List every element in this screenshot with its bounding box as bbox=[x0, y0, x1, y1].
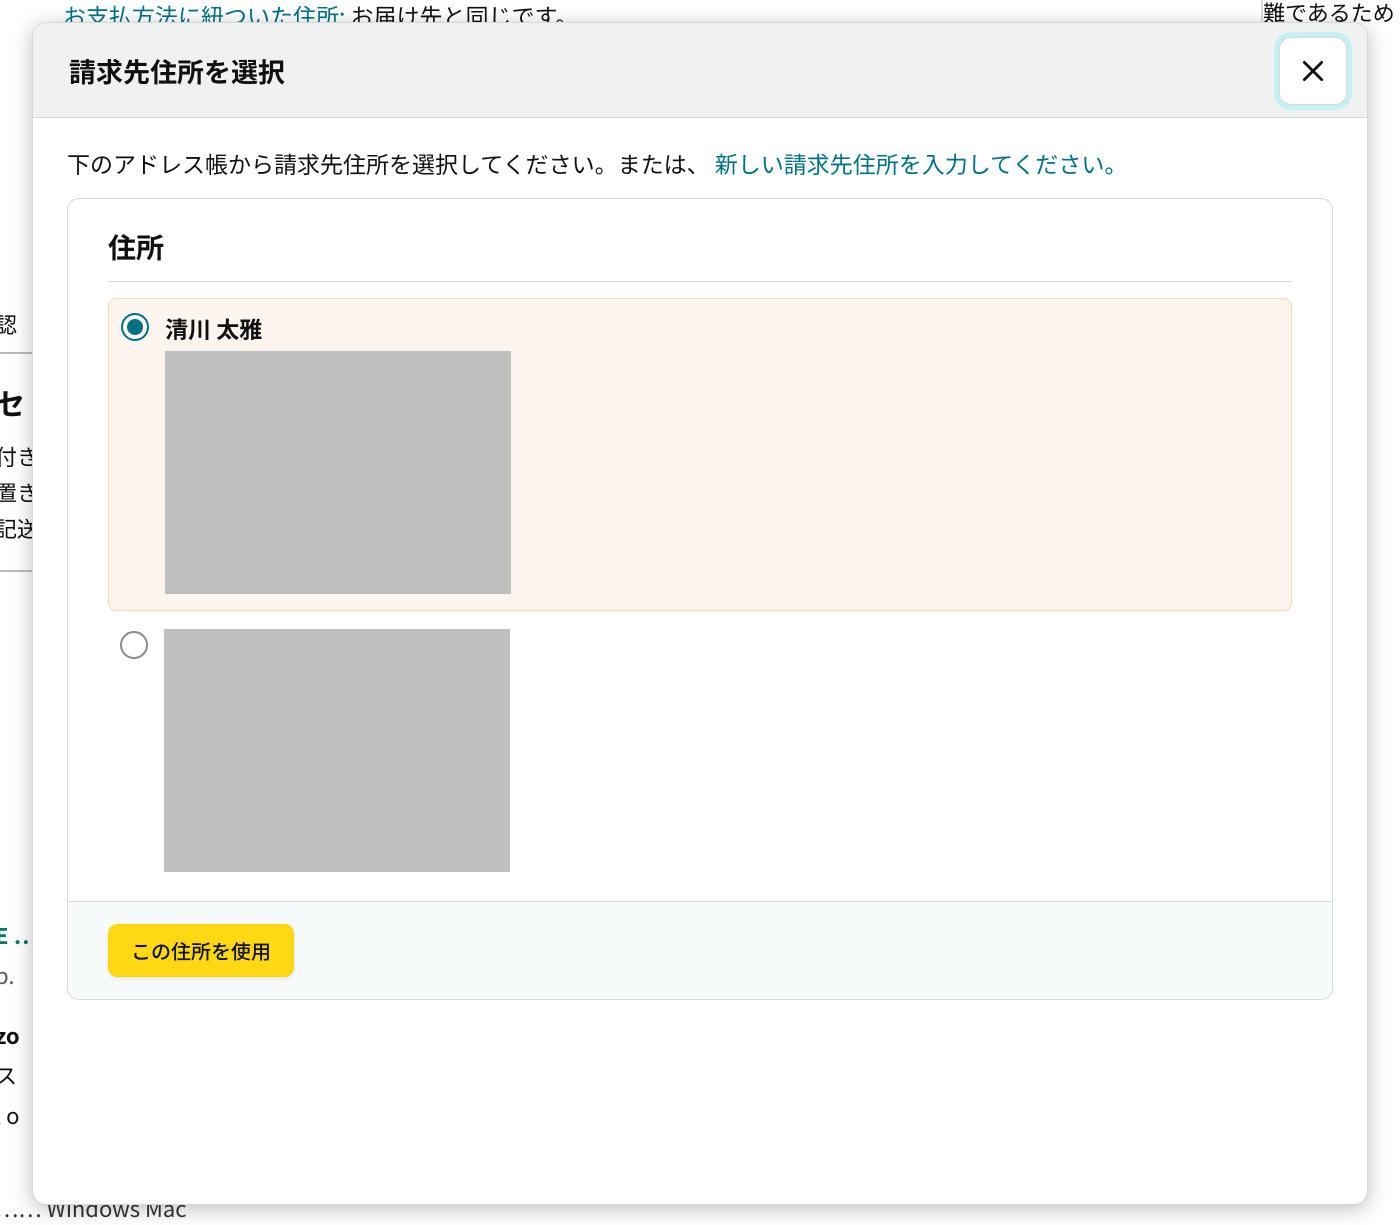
address-redacted bbox=[165, 351, 511, 594]
modal-body: 下のアドレス帳から請求先住所を選択してください。または、 新しい請求先住所を入力… bbox=[33, 118, 1367, 1204]
address-radio[interactable] bbox=[121, 313, 149, 341]
address-option[interactable]: 清川 太雅 bbox=[108, 298, 1292, 611]
panel-footer: この住所を使用 bbox=[68, 901, 1332, 999]
address-radio[interactable] bbox=[120, 631, 148, 659]
modal-header: 請求先住所を選択 bbox=[33, 23, 1367, 118]
modal-title: 請求先住所を選択 bbox=[69, 51, 285, 90]
address-option[interactable] bbox=[108, 617, 1292, 888]
modal-intro-text: 下のアドレス帳から請求先住所を選択してください。または、 bbox=[67, 146, 715, 180]
address-text: 清川 太雅 bbox=[165, 311, 511, 594]
use-this-address-button[interactable]: この住所を使用 bbox=[108, 924, 294, 977]
address-panel: 住所 清川 太雅 新しい住所を追加 この住所を使用 bbox=[67, 198, 1333, 1000]
close-icon bbox=[1300, 58, 1326, 84]
enter-new-address-link[interactable]: 新しい請求先住所を入力してください。 bbox=[715, 146, 1128, 180]
address-redacted bbox=[164, 629, 510, 872]
address-text bbox=[164, 629, 510, 872]
close-button[interactable] bbox=[1279, 37, 1347, 105]
address-name: 清川 太雅 bbox=[165, 311, 511, 345]
billing-address-modal: 請求先住所を選択 下のアドレス帳から請求先住所を選択してください。または、 新し… bbox=[32, 22, 1368, 1205]
address-section-title: 住所 bbox=[108, 227, 1292, 282]
modal-intro: 下のアドレス帳から請求先住所を選択してください。または、 新しい請求先住所を入力… bbox=[67, 146, 1333, 180]
